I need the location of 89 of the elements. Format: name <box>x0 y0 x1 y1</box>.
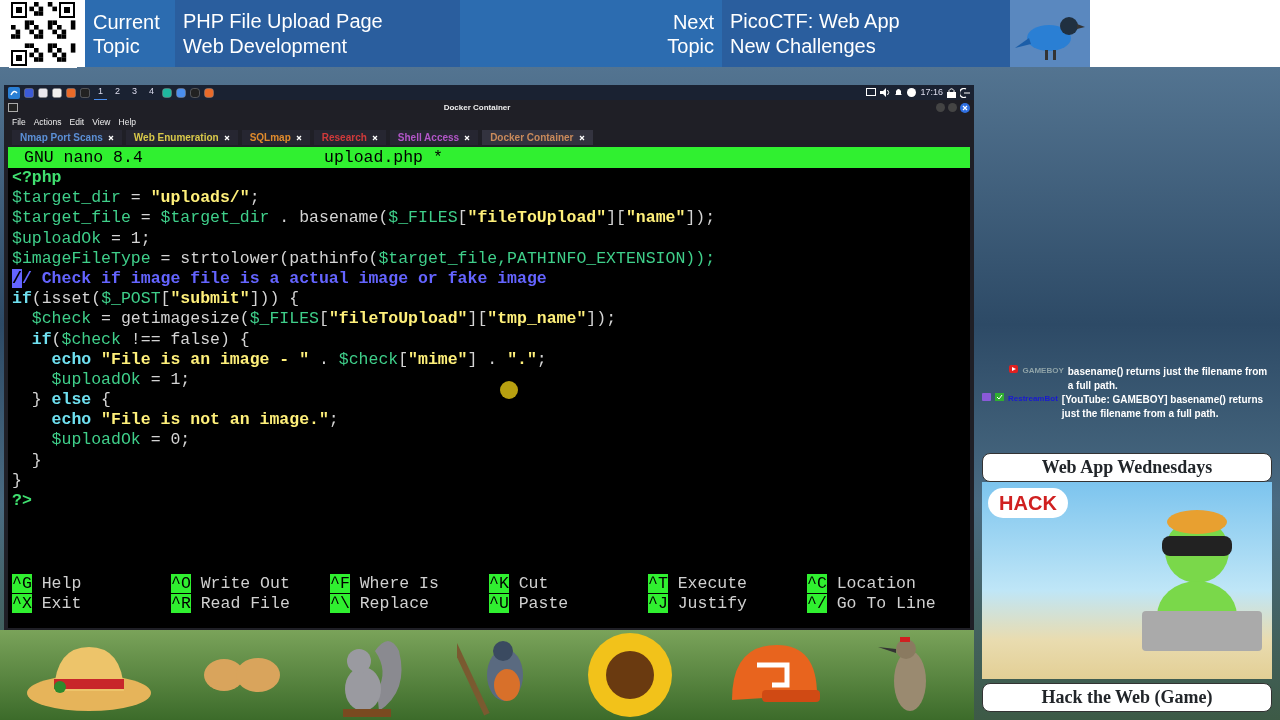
monitor-icon[interactable] <box>866 88 877 97</box>
code-line: echo "File is not an image."; <box>50 410 339 431</box>
code-line: } <box>12 470 22 491</box>
workspace-tab[interactable]: 3 <box>128 85 142 100</box>
chat-message: [YouTube: GAMEBOY] basename() returns just the filename from a full path. <box>1061 393 1265 421</box>
close-icon[interactable] <box>223 135 230 142</box>
terminal-tab[interactable]: Shell Access <box>389 130 479 145</box>
code-line: } <box>30 450 42 471</box>
menu-item[interactable]: Help <box>118 116 136 129</box>
app-menu-icon[interactable] <box>8 86 20 99</box>
shortcut-key: ^C <box>807 574 827 593</box>
shortcut-label: Justify <box>676 594 748 613</box>
menu-item[interactable]: View <box>92 116 111 129</box>
shortcut-key: ^X <box>12 594 32 613</box>
terminal-tab[interactable]: Nmap Port Scans <box>12 130 122 145</box>
chat-icon <box>982 393 991 401</box>
shortcut-label: Write Out <box>199 574 290 593</box>
shortcut-label: Replace <box>358 594 430 613</box>
topic-label: Current Topic <box>93 9 161 58</box>
shortcut-key: ^F <box>330 574 350 593</box>
topic-text: New Challenges <box>730 33 877 59</box>
text-cursor: / <box>12 268 22 288</box>
code-line: <?php <box>12 168 62 189</box>
code-line: ?> <box>12 491 32 512</box>
code-line: $imageFileType = strtolower(pathinfo($target_file,PATHINFO_EXTENSION)); <box>12 248 716 269</box>
file-name: upload.php * <box>324 148 443 167</box>
shortcut-label: Where Is <box>358 574 439 593</box>
menu-item[interactable]: File <box>12 116 26 129</box>
banner-title: Web App Wednesdays <box>982 453 1272 482</box>
shortcut-label: Cut <box>517 574 549 593</box>
code-line: $target_dir = "uploads/"; <box>12 188 260 209</box>
chat-username: GAMEBOY <box>1022 365 1064 377</box>
shortcut-key: ^U <box>489 594 509 613</box>
editor-version: GNU nano 8.4 <box>24 147 143 168</box>
code-line: if($check !== false) { <box>30 329 250 350</box>
speaker-icon[interactable] <box>880 88 891 97</box>
shortcut-key: ^G <box>12 574 32 593</box>
workspace-tab[interactable]: 2 <box>111 85 125 100</box>
play-icon <box>1009 365 1019 373</box>
workspace-tab[interactable]: 1 <box>94 85 107 100</box>
shortcut-label: Read File <box>199 594 290 613</box>
lock-icon[interactable] <box>947 87 956 98</box>
shortcut-key: ^R <box>171 594 191 613</box>
window-title: Docker Container <box>443 102 511 112</box>
bell-icon[interactable] <box>894 88 904 97</box>
logout-icon[interactable] <box>960 87 970 98</box>
shortcut-label: Exit <box>40 594 82 613</box>
close-icon[interactable] <box>371 135 378 142</box>
code-line: } else { <box>30 390 112 411</box>
topic-text: PicoCTF: Web App <box>730 8 901 34</box>
terminal-tab[interactable]: SQLmap <box>241 130 310 145</box>
shortcut-key: ^/ <box>807 594 827 613</box>
clock-text: 17:16 <box>920 85 943 99</box>
topic-text: Web Development <box>183 33 349 59</box>
menu-item[interactable]: Edit <box>69 116 85 129</box>
shortcut-key: ^K <box>489 574 509 593</box>
menu-item[interactable]: Actions <box>33 116 62 129</box>
banner-title: Hack the Web (Game) <box>982 683 1272 712</box>
code-line: if(isset($_POST["submit"])) { <box>12 289 300 310</box>
chat-username: RestreamBot <box>1008 393 1058 405</box>
code-line: $uploadOk = 1; <box>12 228 151 249</box>
shortcut-label: Location <box>835 574 916 593</box>
shortcut-key: ^T <box>648 574 668 593</box>
shortcut-key: ^\ <box>330 594 350 613</box>
code-line: // Check if image file is a actual image or fake image <box>12 268 547 290</box>
close-icon[interactable] <box>464 135 471 142</box>
code-line: $check = getimagesize($_FILES["fileToUpload"]["tmp_name"]); <box>30 309 617 330</box>
code-line: echo "File is an image - " . $check["mime"] . "."; <box>50 349 547 370</box>
topic-text: PHP File Upload Page <box>183 8 384 34</box>
shortcut-key: ^J <box>648 594 668 613</box>
close-icon[interactable] <box>960 102 970 113</box>
close-icon[interactable] <box>107 135 114 142</box>
shortcut-key: ^O <box>171 574 191 593</box>
code-line: $uploadOk = 1; <box>50 369 191 391</box>
shortcut-label: Go To Line <box>835 594 936 613</box>
code-line: $target_file = $target_dir . basename($_FILES["fileToUpload"]["name"]); <box>12 208 716 229</box>
workspace-tab[interactable]: 4 <box>145 85 159 100</box>
checkmark-icon <box>995 393 1004 401</box>
speech-bubble: HACK <box>988 488 1068 518</box>
shortcut-label: Help <box>40 574 82 593</box>
chat-message: basename() returns just the filename from a full path. <box>1067 365 1269 393</box>
shortcut-label: Paste <box>517 594 569 613</box>
topic-label: Next Topic <box>666 9 714 58</box>
terminal-tab[interactable]: Docker Container <box>482 130 593 145</box>
shortcut-label: Execute <box>676 574 748 593</box>
close-icon[interactable] <box>295 135 302 142</box>
terminal-tab[interactable]: Web Enumeration <box>125 130 238 145</box>
close-icon[interactable] <box>578 135 585 142</box>
code-line: $uploadOk = 0; <box>50 430 191 451</box>
